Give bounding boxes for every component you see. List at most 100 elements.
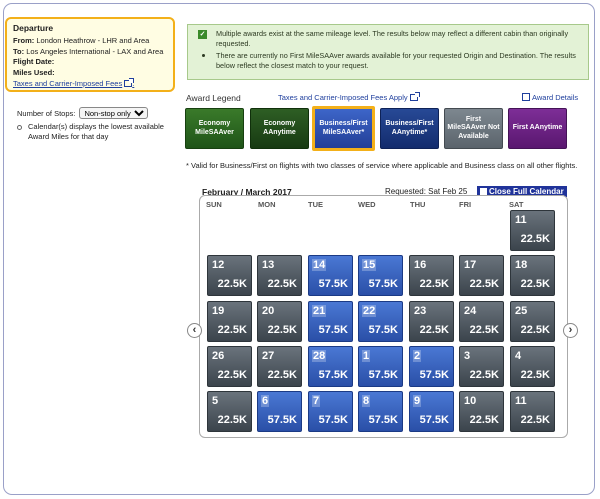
calendar-day-cell[interactable]: 20 22.5K <box>257 301 302 342</box>
day-number: 27 <box>262 350 275 362</box>
day-number: 25 <box>515 305 528 317</box>
next-month-button[interactable]: › <box>563 323 578 338</box>
day-header-4: THU <box>410 200 426 209</box>
calendar-day-cell[interactable]: 2 57.5K <box>409 346 454 387</box>
miles-value: 57.5K <box>318 414 348 426</box>
day-header-0: SUN <box>206 200 222 209</box>
to-value: Los Angeles International - LAX and Area <box>26 46 164 56</box>
legend-business-aanytime[interactable]: Business/First AAnytime* <box>380 108 439 149</box>
calendar-day-cell[interactable]: 23 22.5K <box>409 301 454 342</box>
info-line-2: There are currently no First MileSAAver … <box>196 51 580 71</box>
calendar-day-cell[interactable]: 27 22.5K <box>257 346 302 387</box>
flight-date-row: Flight Date: <box>13 57 55 66</box>
day-number: 1 <box>362 350 371 362</box>
miles-value: 57.5K <box>318 324 348 336</box>
legend-business-milesaaver[interactable]: Business/First MileSAAver* <box>312 106 375 151</box>
legend-economy-milesaaver[interactable]: Economy MileSAAver <box>185 108 244 149</box>
day-number: 6 <box>261 395 270 407</box>
day-header-3: WED <box>358 200 376 209</box>
miles-value: 22.5K <box>267 324 297 336</box>
calendar-day-cell[interactable]: 11 22.5K <box>510 391 555 432</box>
stops-label: Number of Stops: <box>17 109 76 118</box>
calendar-day-cell[interactable]: 1 57.5K <box>358 346 403 387</box>
fees-link[interactable]: Taxes and Carrier-Imposed Fees: <box>13 78 167 89</box>
external-link-icon <box>409 92 420 101</box>
calendar-note: Calendar(s) displays the lowest availabl… <box>17 122 170 142</box>
stops-select[interactable]: Non-stop only <box>79 107 149 119</box>
check-icon: ✓ <box>198 30 207 39</box>
calendar-day-cell[interactable]: 17 22.5K <box>459 255 504 296</box>
miles-value: 22.5K <box>217 369 247 381</box>
day-number: 11 <box>515 395 527 407</box>
calendar-day-cell[interactable]: 7 57.5K <box>308 391 353 432</box>
day-header-2: TUE <box>308 200 323 209</box>
miles-value: 22.5K <box>469 369 499 381</box>
details-icon <box>522 93 530 101</box>
chevron-left-icon: ‹ <box>192 324 197 336</box>
calendar-day-cell[interactable]: 22 57.5K <box>358 301 403 342</box>
day-number: 15 <box>362 259 377 271</box>
calendar-day-cell[interactable]: 28 57.5K <box>308 346 353 387</box>
day-number: 12 <box>212 259 225 271</box>
calendar-day-cell[interactable]: 9 57.5K <box>409 391 454 432</box>
day-number: 7 <box>312 395 321 407</box>
legend-first-aanytime[interactable]: First AAnytime <box>508 108 567 149</box>
miles-value: 22.5K <box>469 414 499 426</box>
miles-used-row: Miles Used: <box>13 67 55 77</box>
calendar-day-cell[interactable]: 11 22.5K <box>510 210 555 251</box>
miles-value: 22.5K <box>520 369 550 381</box>
miles-value: 57.5K <box>419 369 449 381</box>
from-value: London Heathrow - LHR and Area <box>36 36 150 45</box>
prev-month-button[interactable]: ‹ <box>187 323 202 338</box>
from-row: From: London Heathrow - LHR and Area <box>13 36 150 45</box>
external-link-icon <box>124 78 135 87</box>
calendar-day-cell[interactable]: 13 22.5K <box>257 255 302 296</box>
miles-value: 57.5K <box>368 278 398 290</box>
calendar-day-cell[interactable]: 6 57.5K <box>257 391 302 432</box>
miles-value: 22.5K <box>520 414 550 426</box>
calendar-day-cell[interactable]: 16 22.5K <box>409 255 454 296</box>
calendar-day-cell[interactable]: 12 22.5K <box>207 255 252 296</box>
day-number: 16 <box>414 259 427 271</box>
legend-economy-aanytime[interactable]: Economy AAnytime <box>250 108 309 149</box>
calendar-day-cell[interactable]: 21 57.5K <box>308 301 353 342</box>
calendar-day-cell[interactable]: 25 22.5K <box>510 301 555 342</box>
miles-value: 22.5K <box>267 369 297 381</box>
day-number: 20 <box>262 305 275 317</box>
day-number: 23 <box>414 305 427 317</box>
bullet-icon <box>17 125 22 130</box>
info-box: ✓ Multiple awards exist at the same milea… <box>187 24 589 80</box>
day-header-5: FRI <box>459 200 472 209</box>
day-number: 13 <box>262 259 275 271</box>
day-number: 2 <box>413 350 422 362</box>
calendar-day-cell[interactable]: 15 57.5K <box>358 255 403 296</box>
calendar-day-cell[interactable]: 26 22.5K <box>207 346 252 387</box>
calendar-day-cell[interactable]: 3 22.5K <box>459 346 504 387</box>
day-number: 10 <box>464 395 477 407</box>
calendar-day-cell[interactable]: 4 22.5K <box>510 346 555 387</box>
miles-value: 22.5K <box>520 324 550 336</box>
legend-fees-link[interactable]: Taxes and Carrier-Imposed Fees Apply <box>278 92 420 102</box>
calendar-day-cell[interactable]: 8 57.5K <box>358 391 403 432</box>
miles-value: 57.5K <box>318 278 348 290</box>
day-header-1: MON <box>258 200 276 209</box>
day-number: 9 <box>413 395 422 407</box>
info-line-1: ✓ Multiple awards exist at the same milea… <box>198 29 569 48</box>
miles-value: 57.5K <box>419 414 449 426</box>
award-details-link[interactable]: Award Details <box>522 93 578 102</box>
day-number: 5 <box>212 395 219 407</box>
miles-value: 22.5K <box>520 278 550 290</box>
miles-value: 22.5K <box>419 324 449 336</box>
calendar-day-cell[interactable]: 18 22.5K <box>510 255 555 296</box>
day-number: 24 <box>464 305 477 317</box>
calendar-day-cell[interactable]: 19 22.5K <box>207 301 252 342</box>
calendar-day-cell[interactable]: 24 22.5K <box>459 301 504 342</box>
miles-value: 57.5K <box>318 369 348 381</box>
miles-value: 57.5K <box>368 414 398 426</box>
calendar-day-cell[interactable]: 10 22.5K <box>459 391 504 432</box>
calendar-day-cell[interactable]: 5 22.5K <box>207 391 252 432</box>
stops-filter: Number of Stops: Non-stop only <box>17 107 149 119</box>
day-number: 4 <box>515 350 522 362</box>
calendar-day-cell[interactable]: 14 57.5K <box>308 255 353 296</box>
day-number: 18 <box>515 259 528 271</box>
